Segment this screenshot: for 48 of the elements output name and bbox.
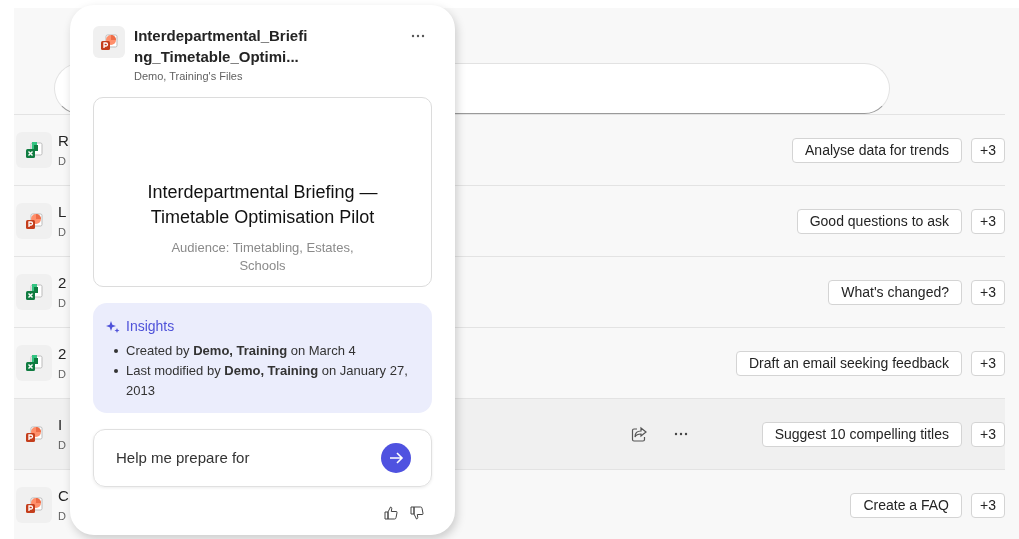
more-suggestions-chip[interactable]: +3 <box>971 137 1005 163</box>
bullet-icon <box>114 349 118 353</box>
file-title[interactable]: Interdepartmental_Briefing_Timetable_Optimi... <box>134 25 313 67</box>
file-owner: D <box>58 296 67 311</box>
thumbs-down-icon[interactable] <box>410 506 424 520</box>
suggestion-chip[interactable]: Suggest 10 compelling titles <box>761 421 962 447</box>
file-name: R <box>58 131 70 151</box>
more-suggestions-chip[interactable]: +3 <box>971 208 1005 234</box>
suggestion-chip[interactable]: Good questions to ask <box>796 208 962 234</box>
thumbs-up-icon[interactable] <box>384 506 398 520</box>
more-icon[interactable] <box>411 34 425 38</box>
prompt-input[interactable]: Help me prepare for <box>116 446 381 470</box>
file-owner: D <box>58 154 67 169</box>
presentation-file-icon <box>24 211 44 231</box>
file-owner: D <box>58 509 67 524</box>
spreadsheet-file-icon <box>24 140 44 160</box>
suggestion-chip[interactable]: Create a FAQ <box>850 492 962 518</box>
spreadsheet-file-icon <box>24 353 44 373</box>
suggestion-chip[interactable]: What's changed? <box>828 279 962 305</box>
bullet-icon <box>114 369 118 373</box>
presentation-file-icon <box>99 32 119 52</box>
slide-preview[interactable]: Interdepartmental Briefing — Timetable Optimisation Pilot Audience: Timetabling, Estates, Schools <box>93 97 432 287</box>
more-suggestions-chip[interactable]: +3 <box>971 350 1005 376</box>
file-name: C <box>58 486 70 506</box>
file-location: Demo, Training's Files <box>134 69 244 84</box>
sparkle-icon <box>106 319 120 334</box>
more-suggestions-chip[interactable]: +3 <box>971 421 1005 447</box>
file-owner: D <box>58 367 67 382</box>
presentation-file-icon <box>24 424 44 444</box>
file-name: L <box>58 202 68 222</box>
more-suggestions-chip[interactable]: +3 <box>971 279 1005 305</box>
more-icon[interactable] <box>674 432 688 436</box>
share-icon[interactable] <box>631 425 648 443</box>
send-button[interactable] <box>381 443 411 473</box>
file-name: I <box>58 415 64 435</box>
prompt-field[interactable]: Help me prepare for <box>93 429 432 487</box>
file-name: 2 <box>58 344 68 364</box>
suggestion-chip[interactable]: Analyse data for trends <box>792 137 962 163</box>
presentation-file-icon <box>24 495 44 515</box>
file-owner: D <box>58 225 67 240</box>
file-name: 2 <box>58 273 68 293</box>
suggestion-chip[interactable]: Draft an email seeking feedback <box>736 350 962 376</box>
more-suggestions-chip[interactable]: +3 <box>971 492 1005 518</box>
spreadsheet-file-icon <box>24 282 44 302</box>
arrow-right-icon <box>388 450 404 466</box>
insight-text: Created by Demo, Training on March 4 <box>126 342 356 360</box>
insight-text: Last modified by Demo, Training on January 27, 2013 <box>126 362 409 400</box>
file-owner: D <box>58 438 67 453</box>
